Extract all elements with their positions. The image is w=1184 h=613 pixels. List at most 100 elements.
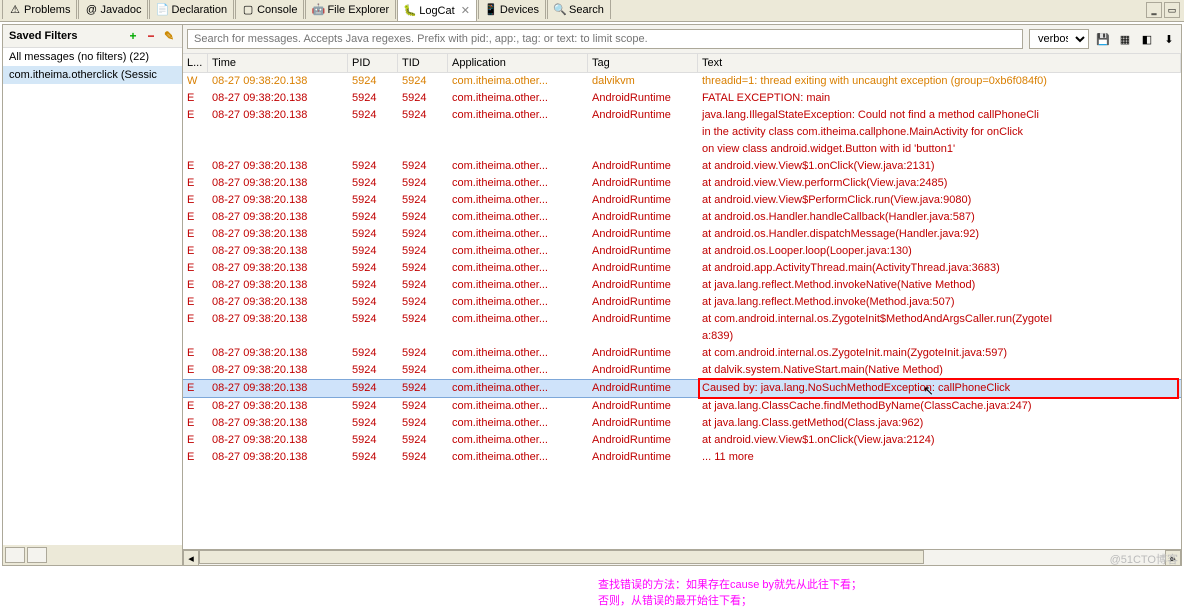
log-row[interactable]: E08-27 09:38:20.13859245924com.itheima.o… <box>183 260 1181 277</box>
tab-label: Search <box>569 4 604 16</box>
log-text: at java.lang.ClassCache.findMethodByName… <box>698 398 1181 415</box>
maximize-icon[interactable]: ▭ <box>1164 2 1180 18</box>
log-text: at android.os.Handler.handleCallback(Han… <box>698 209 1181 226</box>
log-row[interactable]: E08-27 09:38:20.13859245924com.itheima.o… <box>183 158 1181 175</box>
log-row[interactable]: E08-27 09:38:20.13859245924com.itheima.o… <box>183 277 1181 294</box>
log-row[interactable]: in the activity class com.itheima.callph… <box>183 124 1181 141</box>
log-row[interactable]: E08-27 09:38:20.13859245924com.itheima.o… <box>183 415 1181 432</box>
tab-label: File Explorer <box>327 4 389 16</box>
edit-filter-icon[interactable]: ✎ <box>162 29 176 43</box>
close-icon[interactable]: ✕ <box>461 4 470 17</box>
h-scrollbar[interactable]: ◂ ▸ <box>183 549 1181 565</box>
minimize-icon[interactable]: ‗ <box>1146 2 1162 18</box>
col-pid[interactable]: PID <box>348 54 398 72</box>
log-tid: 5924 <box>398 90 448 107</box>
display-icon[interactable]: ◧ <box>1139 31 1155 47</box>
col-app[interactable]: Application <box>448 54 588 72</box>
remove-filter-icon[interactable]: − <box>144 29 158 43</box>
watermark: @51CTO博客 <box>1110 551 1178 567</box>
log-tid: 5924 <box>398 226 448 243</box>
view-toolbar: ‗ ▭ <box>1146 2 1180 18</box>
log-row[interactable]: E08-27 09:38:20.13859245924com.itheima.o… <box>183 432 1181 449</box>
log-time: 08-27 09:38:20.138 <box>208 294 348 311</box>
log-pid <box>348 328 398 345</box>
tab-file-explorer[interactable]: 🤖File Explorer <box>305 0 396 19</box>
log-level: E <box>183 449 208 466</box>
search-input[interactable] <box>187 29 1023 49</box>
tab-console[interactable]: ▢Console <box>235 0 304 19</box>
log-tid: 5924 <box>398 243 448 260</box>
sidebar-item[interactable]: All messages (no filters) (22) <box>3 48 182 66</box>
log-tid: 5924 <box>398 277 448 294</box>
log-row[interactable]: E08-27 09:38:20.13859245924com.itheima.o… <box>183 449 1181 466</box>
add-filter-icon[interactable]: + <box>126 29 140 43</box>
scroll-lock-icon[interactable]: ⬇ <box>1161 31 1177 47</box>
col-level[interactable]: L... <box>183 54 208 72</box>
log-row[interactable]: a:839) <box>183 328 1181 345</box>
clear-icon[interactable]: ▦ <box>1117 31 1133 47</box>
log-level: E <box>183 277 208 294</box>
sidebar-tool-1[interactable] <box>5 547 25 563</box>
log-pid: 5924 <box>348 294 398 311</box>
log-tid: 5924 <box>398 362 448 379</box>
tab-label: LogCat <box>419 5 454 17</box>
tab-search[interactable]: 🔍Search <box>547 0 611 19</box>
log-row[interactable]: E08-27 09:38:20.13859245924com.itheima.o… <box>183 107 1181 124</box>
log-pid <box>348 141 398 158</box>
sidebar-item[interactable]: com.itheima.otherclick (Sessic <box>3 66 182 84</box>
log-row[interactable]: E08-27 09:38:20.13859245924com.itheima.o… <box>183 192 1181 209</box>
log-time: 08-27 09:38:20.138 <box>208 380 348 397</box>
col-time[interactable]: Time <box>208 54 348 72</box>
log-row[interactable]: on view class android.widget.Button with… <box>183 141 1181 158</box>
log-tag: AndroidRuntime <box>588 175 698 192</box>
sidebar-tool-2[interactable] <box>27 547 47 563</box>
log-row[interactable]: E08-27 09:38:20.13859245924com.itheima.o… <box>183 379 1181 398</box>
log-body[interactable]: W08-27 09:38:20.13859245924com.itheima.o… <box>183 73 1181 549</box>
log-level-select[interactable]: verbose <box>1029 29 1089 49</box>
scroll-left-icon[interactable]: ◂ <box>183 550 199 565</box>
log-row[interactable]: E08-27 09:38:20.13859245924com.itheima.o… <box>183 362 1181 379</box>
log-row[interactable]: E08-27 09:38:20.13859245924com.itheima.o… <box>183 398 1181 415</box>
log-text: at com.android.internal.os.ZygoteInit.ma… <box>698 345 1181 362</box>
save-icon[interactable]: 💾 <box>1095 31 1111 47</box>
log-row[interactable]: E08-27 09:38:20.13859245924com.itheima.o… <box>183 294 1181 311</box>
scroll-thumb[interactable] <box>199 550 924 564</box>
log-tag: AndroidRuntime <box>588 260 698 277</box>
tab-problems[interactable]: ⚠Problems <box>2 0 77 19</box>
log-app: com.itheima.other... <box>448 415 588 432</box>
log-row[interactable]: W08-27 09:38:20.13859245924com.itheima.o… <box>183 73 1181 90</box>
tab-devices[interactable]: 📱Devices <box>478 0 546 19</box>
tab-javadoc[interactable]: @Javadoc <box>78 0 148 19</box>
log-pid: 5924 <box>348 398 398 415</box>
col-tid[interactable]: TID <box>398 54 448 72</box>
log-time <box>208 141 348 158</box>
log-tid: 5924 <box>398 73 448 90</box>
log-text: at android.app.ActivityThread.main(Activ… <box>698 260 1181 277</box>
log-time: 08-27 09:38:20.138 <box>208 432 348 449</box>
tab-logcat[interactable]: 🐛LogCat✕ <box>397 0 477 21</box>
log-pid: 5924 <box>348 175 398 192</box>
log-app: com.itheima.other... <box>448 311 588 328</box>
log-tag: AndroidRuntime <box>588 209 698 226</box>
log-row[interactable]: E08-27 09:38:20.13859245924com.itheima.o… <box>183 209 1181 226</box>
log-tag: AndroidRuntime <box>588 158 698 175</box>
log-app: com.itheima.other... <box>448 209 588 226</box>
log-row[interactable]: E08-27 09:38:20.13859245924com.itheima.o… <box>183 226 1181 243</box>
log-time: 08-27 09:38:20.138 <box>208 73 348 90</box>
log-row[interactable]: E08-27 09:38:20.13859245924com.itheima.o… <box>183 345 1181 362</box>
log-app: com.itheima.other... <box>448 158 588 175</box>
col-tag[interactable]: Tag <box>588 54 698 72</box>
log-text: at android.view.View.performClick(View.j… <box>698 175 1181 192</box>
tab-declaration[interactable]: 📄Declaration <box>149 0 234 19</box>
log-row[interactable]: E08-27 09:38:20.13859245924com.itheima.o… <box>183 175 1181 192</box>
log-app: com.itheima.other... <box>448 73 588 90</box>
log-row[interactable]: E08-27 09:38:20.13859245924com.itheima.o… <box>183 243 1181 260</box>
scroll-track[interactable] <box>199 550 1165 565</box>
log-tag: AndroidRuntime <box>588 277 698 294</box>
col-text[interactable]: Text <box>698 54 1181 72</box>
log-app: com.itheima.other... <box>448 398 588 415</box>
log-time: 08-27 09:38:20.138 <box>208 175 348 192</box>
log-row[interactable]: E08-27 09:38:20.13859245924com.itheima.o… <box>183 90 1181 107</box>
log-row[interactable]: E08-27 09:38:20.13859245924com.itheima.o… <box>183 311 1181 328</box>
log-text: in the activity class com.itheima.callph… <box>698 124 1181 141</box>
